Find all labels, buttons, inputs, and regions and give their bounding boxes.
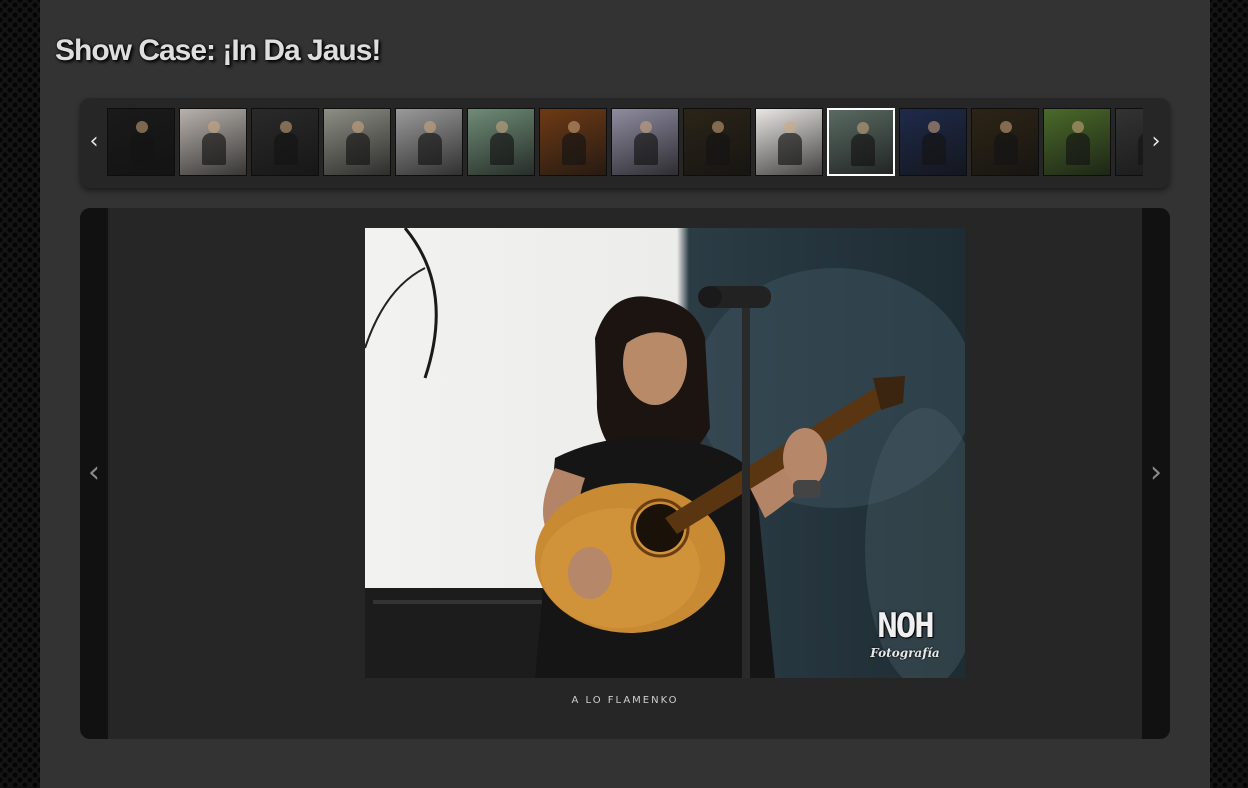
image-caption: A LO FLAMENKO: [571, 695, 679, 706]
thumbnail-item[interactable]: [467, 108, 535, 176]
thumbnail-item[interactable]: [1115, 108, 1143, 176]
thumbnail-figure: [274, 121, 298, 165]
thumbnail-item[interactable]: [899, 108, 967, 176]
watermark-subtitle: Fotografía: [870, 646, 940, 660]
thumbnail-strip: ‹ ›: [80, 98, 1170, 188]
thumbnail-figure: [851, 122, 875, 166]
main-photo: NOH Fotografía: [365, 228, 965, 678]
thumbnail-figure: [130, 121, 154, 165]
previous-image-button[interactable]: ‹: [84, 456, 104, 490]
thumbnail-figure: [922, 121, 946, 165]
thumbnail-figure: [562, 121, 586, 165]
thumbnail-item[interactable]: [1043, 108, 1111, 176]
thumbnail-figure: [634, 121, 658, 165]
page-title: Show Case: ¡In Da Jaus!: [55, 34, 381, 67]
thumbnail-figure: [778, 121, 802, 165]
chevron-left-icon[interactable]: ‹: [84, 130, 104, 154]
thumbnail-item[interactable]: [683, 108, 751, 176]
image-viewer: ‹ › NOH Fotografía A LO FLAMENKO: [80, 208, 1170, 739]
thumbnail-item[interactable]: [971, 108, 1039, 176]
thumbnail-figure: [202, 121, 226, 165]
page-container: Show Case: ¡In Da Jaus! ‹ › ‹ › NOH Foto…: [40, 0, 1210, 788]
thumbnail-item[interactable]: [251, 108, 319, 176]
thumbnail-item[interactable]: [539, 108, 607, 176]
thumbnail-item[interactable]: [395, 108, 463, 176]
watermark: NOH Fotografía: [857, 606, 953, 670]
thumbnail-item[interactable]: [107, 108, 175, 176]
thumbnail-figure: [994, 121, 1018, 165]
next-image-button[interactable]: ›: [1146, 456, 1166, 490]
thumbnail-figure: [1066, 121, 1090, 165]
thumbnail-item[interactable]: [755, 108, 823, 176]
thumbnail-figure: [418, 121, 442, 165]
thumbnail-figure: [346, 121, 370, 165]
watermark-logo: NOH: [877, 606, 934, 646]
thumbnail-track: [107, 108, 1143, 176]
chevron-right-icon[interactable]: ›: [1146, 130, 1166, 154]
thumbnail-figure: [706, 121, 730, 165]
thumbnail-figure: [490, 121, 514, 165]
thumbnail-item[interactable]: [323, 108, 391, 176]
thumbnail-viewport: [107, 108, 1143, 176]
thumbnail-item[interactable]: [827, 108, 895, 176]
thumbnail-item[interactable]: [179, 108, 247, 176]
thumbnail-item[interactable]: [611, 108, 679, 176]
